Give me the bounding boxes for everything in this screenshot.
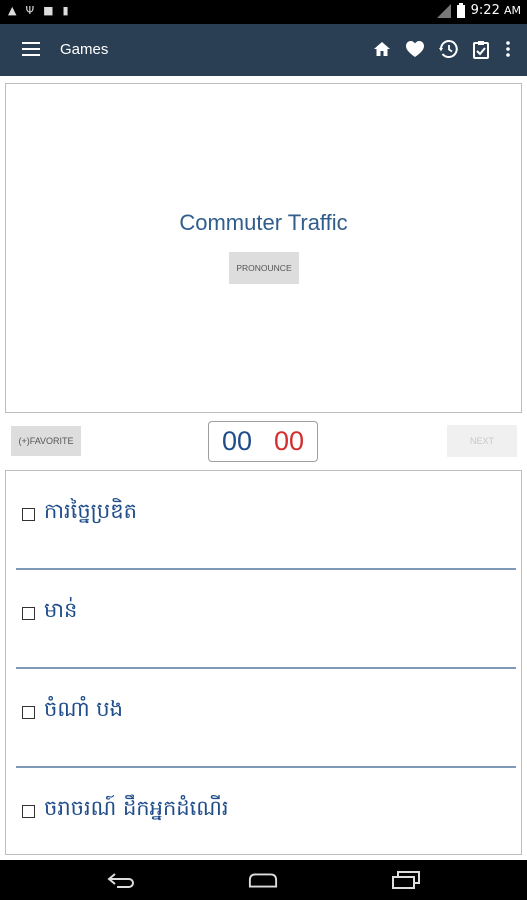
answer-option[interactable]: មាន់ bbox=[16, 570, 516, 669]
option-label: ចំណាំ បង bbox=[44, 697, 123, 721]
more-vert-icon[interactable] bbox=[503, 38, 513, 60]
checkbox[interactable] bbox=[22, 706, 35, 719]
pronounce-button[interactable]: PRONOUNCE bbox=[229, 252, 299, 284]
checkbox[interactable] bbox=[22, 607, 35, 620]
app-bar: Games bbox=[0, 24, 527, 76]
menu-icon[interactable] bbox=[22, 42, 40, 56]
checkbox[interactable] bbox=[22, 805, 35, 818]
notification-icons: ▲ Ψ ■ ▮ bbox=[8, 4, 69, 17]
option-label: ការច្នៃប្រឌិត bbox=[44, 499, 137, 523]
timer-seconds: 00 bbox=[274, 426, 305, 456]
back-icon[interactable] bbox=[107, 868, 137, 892]
usb-icon: Ψ bbox=[25, 4, 35, 17]
lock-icon: ■ bbox=[43, 4, 54, 17]
timer: 00 00 bbox=[208, 421, 318, 462]
battery-icon bbox=[456, 3, 465, 18]
sd-card-icon: ▮ bbox=[62, 4, 69, 17]
timer-minutes: 00 bbox=[221, 426, 252, 456]
status-time: 9:22 AM bbox=[470, 3, 521, 18]
next-button[interactable]: NEXT bbox=[447, 425, 517, 457]
option-label: មាន់ bbox=[44, 598, 78, 622]
home-nav-icon[interactable] bbox=[248, 868, 278, 892]
history-icon[interactable] bbox=[437, 38, 459, 60]
option-label: ចរាចរណ៍ ដឹកអ្នកដំណើរ bbox=[44, 796, 229, 820]
recents-icon[interactable] bbox=[391, 868, 421, 892]
answer-options: ការច្នៃប្រឌិត មាន់ ចំណាំ បង ចរាចរណ៍ ដឹកអ… bbox=[5, 470, 522, 855]
app-actions bbox=[371, 38, 513, 60]
heart-icon[interactable] bbox=[404, 38, 426, 60]
answer-option[interactable]: ការច្នៃប្រឌិត bbox=[16, 471, 516, 570]
clipboard-icon[interactable] bbox=[470, 38, 492, 60]
answer-option[interactable]: ចំណាំ បង bbox=[16, 669, 516, 768]
controls-row: (+)FAVORITE 00 00 NEXT bbox=[0, 415, 527, 470]
navigation-bar bbox=[0, 860, 527, 900]
favorite-button[interactable]: (+)FAVORITE bbox=[11, 426, 81, 456]
warning-icon: ▲ bbox=[8, 4, 17, 17]
checkbox[interactable] bbox=[22, 508, 35, 521]
page-title: Games bbox=[60, 41, 109, 58]
signal-icon bbox=[436, 3, 451, 18]
status-bar: ▲ Ψ ■ ▮ 9:22 AM bbox=[0, 0, 527, 24]
word-card: Commuter Traffic PRONOUNCE bbox=[5, 83, 522, 413]
home-icon[interactable] bbox=[371, 38, 393, 60]
word-title: Commuter Traffic bbox=[179, 210, 348, 235]
answer-option[interactable]: ចរាចរណ៍ ដឹកអ្នកដំណើរ bbox=[16, 768, 516, 867]
system-status: 9:22 AM bbox=[436, 3, 521, 18]
